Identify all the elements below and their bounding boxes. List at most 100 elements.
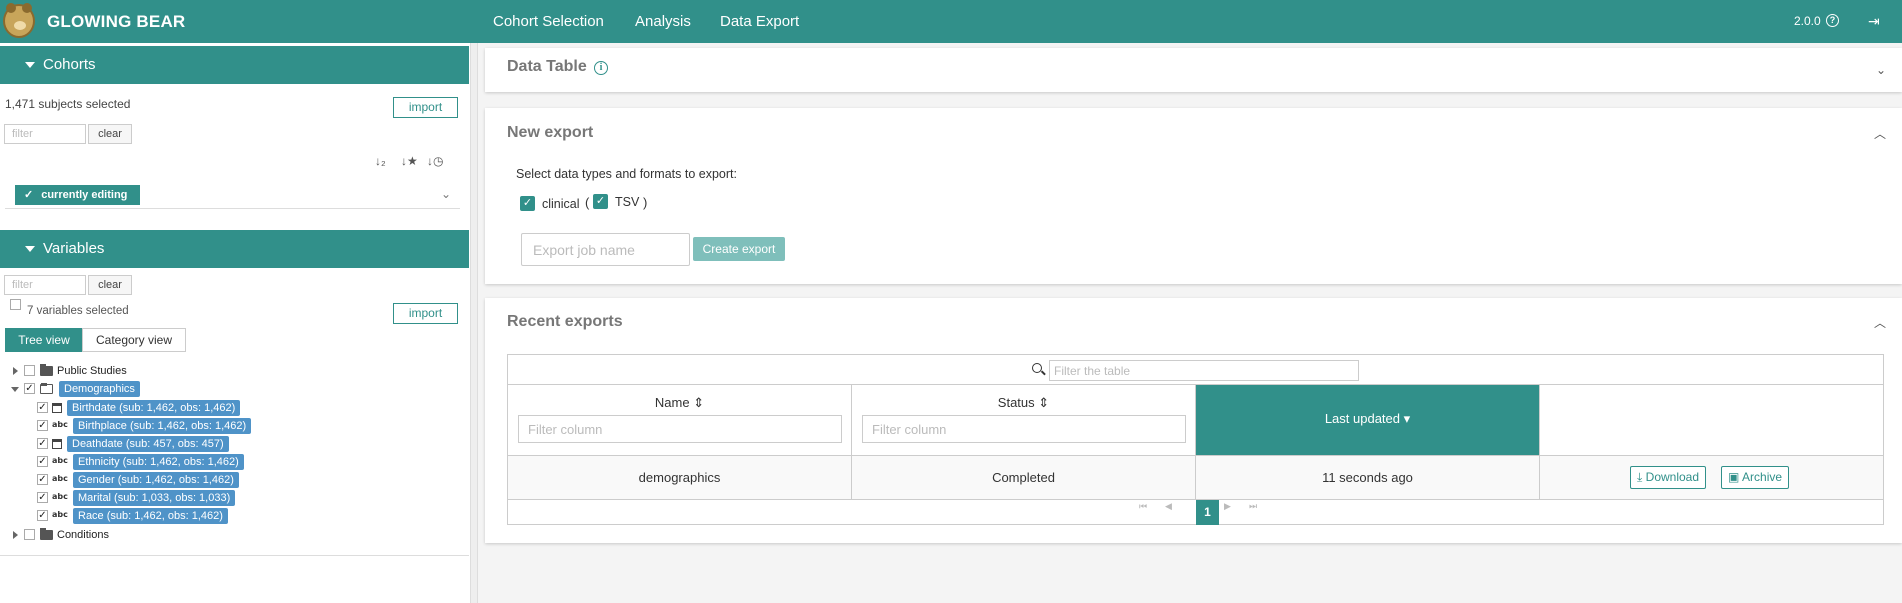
column-header-actions xyxy=(1540,385,1883,456)
nav-data-export[interactable]: Data Export xyxy=(720,13,799,30)
column-header-last-updated[interactable]: Last updated ▾ xyxy=(1196,385,1540,456)
cell-actions: ⤓ Download ▣ Archive xyxy=(1540,456,1883,500)
tree-checkbox[interactable]: ✓ xyxy=(37,438,48,449)
last-page-icon[interactable]: ⏭ xyxy=(1249,501,1257,512)
tree-tag[interactable]: Race (sub: 1,462, obs: 1,462) xyxy=(73,508,228,524)
prev-page-icon[interactable]: ◀ xyxy=(1165,501,1172,512)
tree-tag[interactable]: Gender (sub: 1,462, obs: 1,462) xyxy=(73,472,239,488)
cohorts-clear-button[interactable]: clear xyxy=(88,124,132,144)
recent-exports-title: Recent exports xyxy=(507,313,623,330)
variables-import-button[interactable]: import xyxy=(393,303,458,324)
tree-tag[interactable]: Deathdate (sub: 457, obs: 457) xyxy=(67,436,229,452)
tree-view-tab[interactable]: Tree view xyxy=(5,328,83,352)
new-export-card: New export ︿ Select data types and forma… xyxy=(485,108,1902,284)
tree-tag[interactable]: Demographics xyxy=(59,381,140,397)
tree-node-public-studies[interactable]: Public Studies xyxy=(0,363,460,381)
export-job-name-input[interactable] xyxy=(521,233,690,266)
currently-editing-badge[interactable]: ✓ currently editing xyxy=(15,185,140,205)
nav-analysis[interactable]: Analysis xyxy=(635,13,691,30)
sort-status-button[interactable]: Status ⇕ xyxy=(852,395,1195,411)
tree-checkbox[interactable]: ✓ xyxy=(37,402,48,413)
sort-star-icon[interactable]: ↓★ xyxy=(401,154,418,168)
tree-checkbox[interactable] xyxy=(24,529,35,540)
tree-checkbox[interactable]: ✓ xyxy=(37,492,48,503)
new-export-title: New export xyxy=(507,124,594,141)
category-view-tab[interactable]: Category view xyxy=(82,328,186,352)
data-table-title: Data Table xyxy=(507,58,587,75)
collapse-chevron-icon[interactable]: ︿ xyxy=(1874,125,1886,142)
subjects-selected-text: 1,471 subjects selected xyxy=(5,97,131,111)
download-button[interactable]: ⤓ Download xyxy=(1630,466,1707,489)
variables-clear-button[interactable]: clear xyxy=(88,275,132,295)
tree-node-demographics[interactable]: ✓ Demographics xyxy=(0,381,460,399)
tree-checkbox[interactable]: ✓ xyxy=(37,420,48,431)
nav-cohort-selection[interactable]: Cohort Selection xyxy=(493,13,604,30)
sort-alpha-icon[interactable]: ↓₂ xyxy=(375,154,386,168)
tree-leaf[interactable]: ✓ abc Gender (sub: 1,462, obs: 1,462) xyxy=(0,472,460,490)
variables-title: Variables xyxy=(43,240,105,257)
info-icon[interactable]: i xyxy=(594,61,608,75)
tree-checkbox[interactable]: ✓ xyxy=(37,474,48,485)
sort-last-updated-button[interactable]: Last updated ▾ xyxy=(1196,411,1539,427)
cohorts-panel-header[interactable]: Cohorts xyxy=(0,46,469,84)
tsv-checkbox[interactable]: ✓ xyxy=(593,194,608,209)
tree-leaf[interactable]: ✓ abc Marital (sub: 1,033, obs: 1,033) xyxy=(0,490,460,508)
next-page-icon[interactable]: ▶ xyxy=(1224,501,1231,512)
expand-chevron-icon[interactable]: ⌄ xyxy=(1876,63,1886,77)
tree-tag[interactable]: Ethnicity (sub: 1,462, obs: 1,462) xyxy=(73,454,244,470)
tree-checkbox[interactable] xyxy=(24,365,35,376)
cohorts-title: Cohorts xyxy=(43,56,96,73)
tree-leaf[interactable]: ✓ Deathdate (sub: 457, obs: 457) xyxy=(0,436,460,454)
tree-checkbox[interactable]: ✓ xyxy=(24,383,35,394)
caret-down-icon[interactable] xyxy=(11,387,19,392)
chevron-down-icon[interactable]: ⌄ xyxy=(441,187,451,201)
tree-tag[interactable]: Marital (sub: 1,033, obs: 1,033) xyxy=(73,490,236,506)
tree-leaf[interactable]: ✓ Birthdate (sub: 1,462, obs: 1,462) xyxy=(0,400,460,418)
tree-label: Public Studies xyxy=(57,365,127,377)
tree-leaf[interactable]: ✓ abc Ethnicity (sub: 1,462, obs: 1,462) xyxy=(0,454,460,472)
sort-clock-icon[interactable]: ↓◷ xyxy=(427,154,443,168)
cohorts-import-button[interactable]: import xyxy=(393,97,458,118)
sort-desc-icon: ▾ xyxy=(1403,411,1411,426)
variables-selected-text: 7 variables selected xyxy=(27,305,129,317)
select-all-variables-checkbox[interactable] xyxy=(10,299,21,310)
sort-name-button[interactable]: Name ⇕ xyxy=(508,395,851,411)
text-type-icon: abc xyxy=(52,420,68,429)
download-label: Download xyxy=(1645,470,1700,484)
panel-splitter[interactable] xyxy=(470,43,478,603)
page-1-button[interactable]: 1 xyxy=(1196,500,1219,525)
tree-checkbox[interactable]: ✓ xyxy=(37,456,48,467)
logout-icon[interactable]: ⇥ xyxy=(1868,13,1880,30)
caret-right-icon[interactable] xyxy=(13,531,18,539)
tree-node-conditions[interactable]: Conditions xyxy=(0,527,460,545)
download-icon: ⤓ xyxy=(1637,470,1643,484)
tree-tag[interactable]: Birthdate (sub: 1,462, obs: 1,462) xyxy=(67,400,241,416)
status-column-filter[interactable] xyxy=(862,415,1186,443)
recent-exports-card: Recent exports ︿ Name ⇕ Status ⇕ Last up… xyxy=(485,298,1902,543)
text-type-icon: abc xyxy=(52,456,68,465)
name-column-filter[interactable] xyxy=(518,415,842,443)
tree-checkbox[interactable]: ✓ xyxy=(37,510,48,521)
column-label: Status xyxy=(997,395,1035,410)
help-icon[interactable]: ? xyxy=(1826,14,1839,27)
tree-tag[interactable]: Birthplace (sub: 1,462, obs: 1,462) xyxy=(73,418,252,434)
tree-leaf[interactable]: ✓ abc Birthplace (sub: 1,462, obs: 1,462… xyxy=(0,418,460,436)
cohorts-filter-input[interactable] xyxy=(4,124,86,144)
variables-filter-input[interactable] xyxy=(4,275,86,295)
divider xyxy=(0,555,469,556)
caret-right-icon[interactable] xyxy=(13,367,18,375)
archive-icon: ▣ xyxy=(1728,470,1740,484)
archive-button[interactable]: ▣ Archive xyxy=(1721,466,1790,489)
collapse-chevron-icon[interactable]: ︿ xyxy=(1874,314,1886,331)
create-export-button[interactable]: Create export xyxy=(693,237,785,261)
tree-leaf[interactable]: ✓ abc Race (sub: 1,462, obs: 1,462) xyxy=(0,508,460,526)
data-table-card: Data Table i ⌄ xyxy=(485,48,1902,92)
clinical-checkbox[interactable]: ✓ xyxy=(520,196,535,211)
table-filter-input[interactable] xyxy=(1049,360,1359,381)
left-panel: Cohorts 1,471 subjects selected import c… xyxy=(0,43,470,603)
first-page-icon[interactable]: ⏮ xyxy=(1139,501,1147,512)
exports-table: Name ⇕ Status ⇕ Last updated ▾ demograph… xyxy=(507,354,1884,525)
column-header-status: Status ⇕ xyxy=(852,385,1196,456)
variables-panel-header[interactable]: Variables xyxy=(0,230,469,268)
folder-icon xyxy=(40,364,53,376)
